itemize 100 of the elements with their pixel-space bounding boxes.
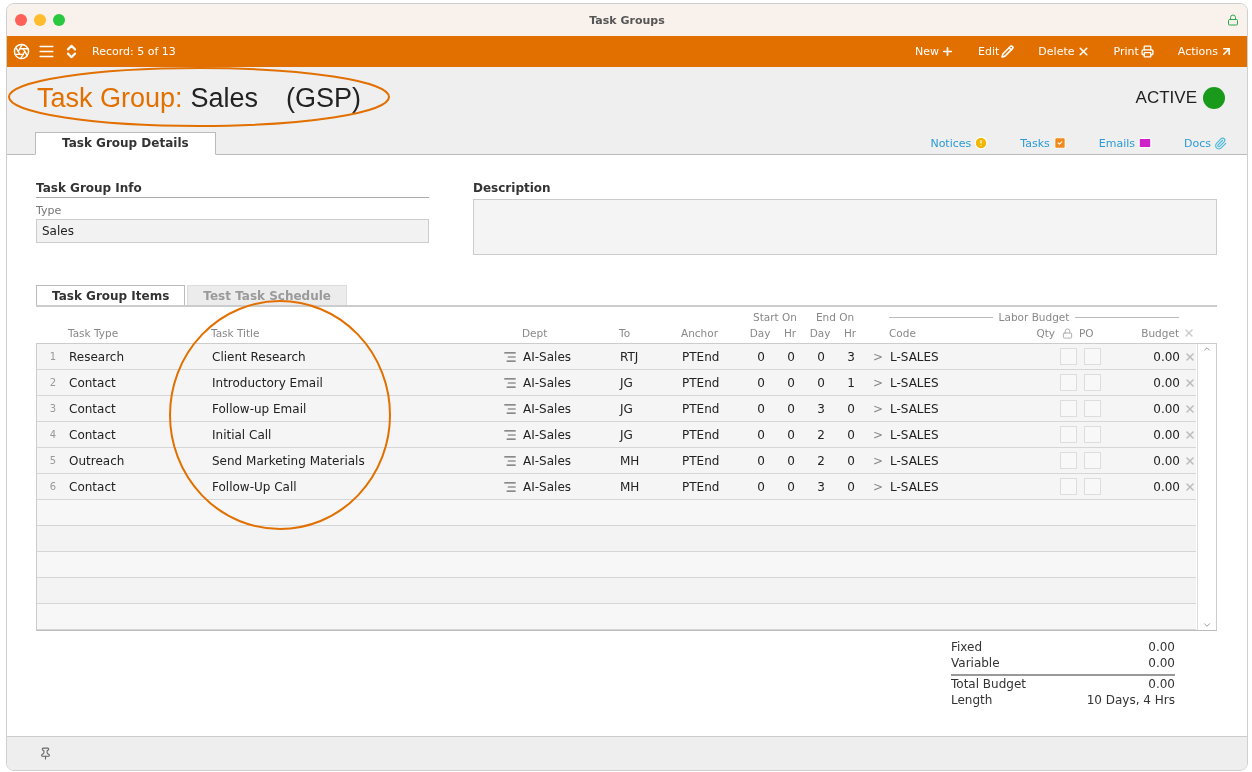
table-cell-text: 0.00 [1152, 401, 1180, 416]
table-cell-text: PTEnd [682, 427, 721, 442]
description-field[interactable] [473, 199, 1217, 255]
delete-icon[interactable] [1184, 376, 1196, 389]
table-cell-text: 3 [816, 401, 826, 416]
delete-icon[interactable] [1184, 350, 1196, 363]
notes-icon[interactable] [503, 375, 517, 390]
table-cell-text: RTJ [620, 349, 640, 364]
delete-icon[interactable] [1184, 480, 1196, 493]
table-cell-text: 0 [786, 453, 796, 468]
table-cell-text: PTEnd [682, 349, 721, 364]
table-cell-text: Outreach [69, 453, 126, 468]
po-checkbox[interactable] [1083, 348, 1101, 365]
type-field[interactable]: Sales [36, 219, 429, 243]
row-number: 5 [48, 455, 58, 466]
table-cell-text: AI-Sales [523, 453, 573, 468]
table-cell-text: PTEnd [682, 479, 721, 494]
column-header: Day [748, 327, 772, 339]
notes-icon[interactable] [503, 401, 517, 416]
notes-icon[interactable] [503, 453, 517, 468]
menu-icon[interactable] [38, 43, 55, 60]
table-cell-text: 1 [846, 375, 856, 390]
notes-icon[interactable] [503, 349, 517, 364]
expand-arrow[interactable]: > [866, 401, 890, 416]
column-header: PO [1079, 327, 1095, 339]
toolbar-button[interactable]: Delete [1030, 45, 1098, 58]
column-group-header: Start On [753, 311, 797, 323]
expand-arrow[interactable]: > [866, 427, 890, 442]
notes-icon[interactable] [503, 479, 517, 494]
toolbar-button[interactable]: New [907, 45, 963, 58]
table-cell-text: PTEnd [682, 401, 721, 416]
table-cell-text: 0 [846, 479, 856, 494]
po-checkbox[interactable] [1083, 478, 1101, 495]
close-icon [1076, 45, 1090, 58]
lock-checkbox[interactable] [1059, 426, 1077, 443]
table-cell-text: Send Marketing Materials [212, 453, 366, 468]
pin-icon[interactable] [39, 747, 52, 760]
toolbar-button[interactable]: Actions [1169, 45, 1241, 58]
po-checkbox[interactable] [1083, 426, 1101, 443]
notes-icon[interactable] [503, 427, 517, 442]
delete-icon[interactable] [1184, 428, 1196, 441]
minimize-window-button[interactable] [34, 14, 46, 26]
column-header: Code [889, 327, 917, 339]
table-cell-text: Introductory Email [212, 375, 324, 390]
po-checkbox[interactable] [1083, 452, 1101, 469]
record-code: (GSP) [286, 82, 362, 114]
aperture-icon[interactable] [13, 43, 30, 60]
row-number: 6 [48, 481, 58, 492]
record-counter: Record: 5 of 13 [92, 45, 176, 58]
printer-icon [1140, 45, 1154, 58]
table-cell-text: PTEnd [682, 375, 721, 390]
lock-checkbox[interactable] [1059, 400, 1077, 417]
toolbar-button[interactable]: Edit [970, 45, 1023, 58]
table-cell-text: Follow-Up Call [212, 479, 298, 494]
link[interactable]: Docs [1184, 137, 1227, 150]
column-header: Dept [522, 327, 549, 339]
po-checkbox[interactable] [1083, 374, 1101, 391]
tab[interactable]: Task Group Details [35, 132, 216, 155]
tab[interactable]: Task Group Items [36, 285, 186, 305]
column-header: Anchor [681, 327, 719, 339]
table-cell-text: AI-Sales [523, 401, 573, 416]
status-text: ACTIVE [1135, 88, 1197, 108]
column-header: To [619, 327, 632, 339]
link[interactable]: Emails [1098, 136, 1152, 150]
table-cell-text: 0 [756, 349, 766, 364]
lock-checkbox[interactable] [1059, 452, 1077, 469]
lock-checkbox[interactable] [1059, 478, 1077, 495]
expand-arrow[interactable]: > [866, 349, 890, 364]
table-cell-text: 0 [756, 427, 766, 442]
table-cell-text: 0 [786, 375, 796, 390]
table-cell-text: 0 [756, 375, 766, 390]
lock-checkbox[interactable] [1059, 374, 1077, 391]
toolbar-button[interactable]: Print [1105, 45, 1162, 58]
scroll-down-icon[interactable] [1202, 620, 1212, 630]
close-window-button[interactable] [15, 14, 27, 26]
link[interactable]: Notices [930, 136, 989, 150]
delete-icon[interactable] [1184, 454, 1196, 467]
po-checkbox[interactable] [1083, 400, 1101, 417]
status-dot [1203, 87, 1225, 109]
table-cell-text: JG [620, 427, 634, 442]
zoom-window-button[interactable] [53, 14, 65, 26]
lock-checkbox[interactable] [1059, 348, 1077, 365]
window-title: Task Groups [589, 13, 665, 27]
expand-arrow[interactable]: > [866, 375, 890, 390]
scroll-up-icon[interactable] [1202, 344, 1212, 354]
table-cell-text: 0 [816, 375, 826, 390]
expand-arrow[interactable]: > [866, 453, 890, 468]
delete-icon[interactable] [1184, 402, 1196, 415]
link[interactable]: Tasks [1020, 136, 1067, 150]
table-cell-text: Follow-up Email [212, 401, 308, 416]
total-label: Variable [951, 656, 1000, 670]
table-cell-text: 0.00 [1152, 375, 1180, 390]
column-header: Day [808, 327, 832, 339]
table-cell-text: L-SALES [890, 453, 940, 468]
table-cell-text: JG [620, 401, 634, 416]
table-cell-text: Initial Call [212, 427, 273, 442]
expand-arrow[interactable]: > [866, 479, 890, 494]
table-cell-text: L-SALES [890, 349, 940, 364]
column-header: Task Title [211, 327, 261, 339]
total-label: Length [951, 693, 993, 707]
